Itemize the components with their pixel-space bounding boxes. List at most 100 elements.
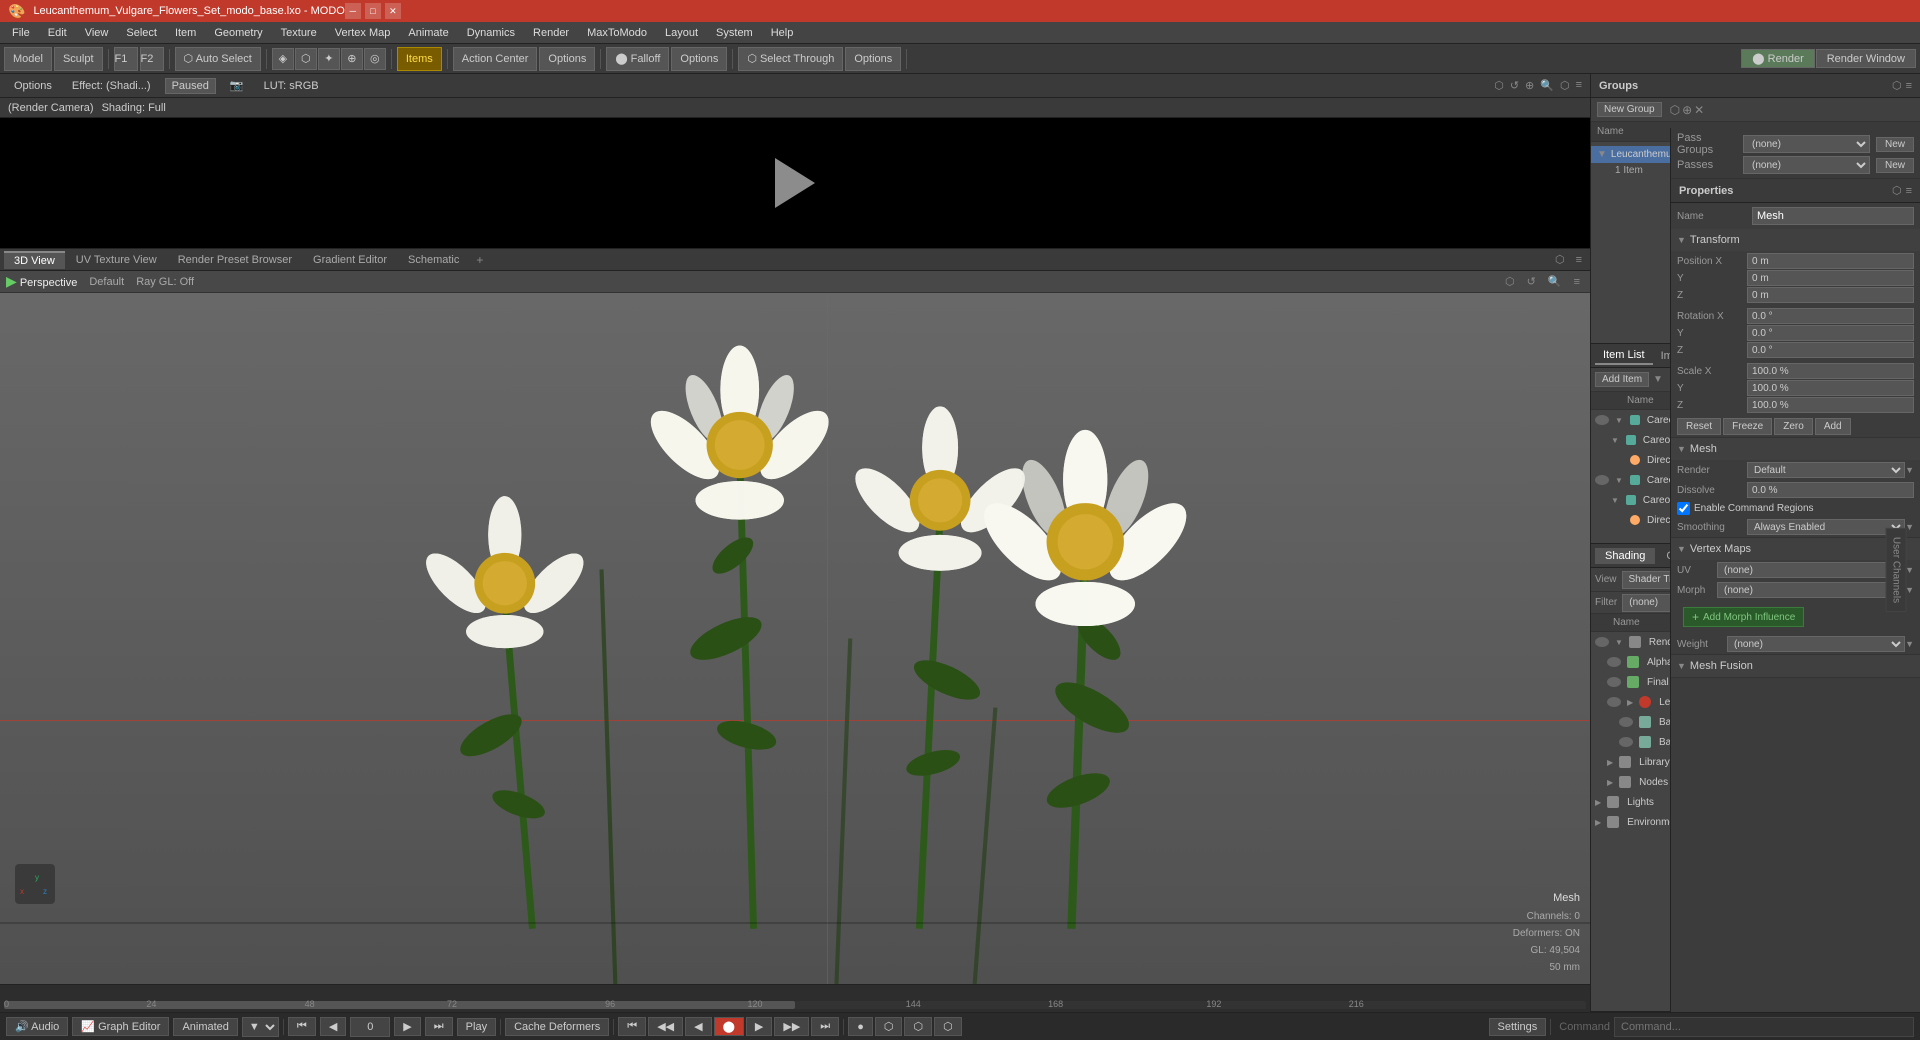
scale-y-input[interactable] [1747,380,1914,396]
minimize-button[interactable]: ─ [345,3,361,19]
animated-button[interactable]: Animated [173,1018,237,1036]
tab-3d-view[interactable]: 3D View [4,251,65,269]
menu-layout[interactable]: Layout [657,25,706,41]
menu-help[interactable]: Help [763,25,802,41]
tool-icon-4[interactable]: ⊕ [341,48,363,70]
transport-next[interactable]: ▶ [394,1017,420,1036]
options-falloff-button[interactable]: Options [671,47,727,71]
vp-tb-icon2[interactable]: ↺ [1523,275,1540,288]
new-pass-button[interactable]: New [1876,158,1914,173]
menu-file[interactable]: File [4,25,38,41]
menu-system[interactable]: System [708,25,761,41]
menu-vertex-map[interactable]: Vertex Map [327,25,399,41]
zero-button[interactable]: Zero [1774,418,1813,435]
rotation-x-input[interactable] [1747,308,1914,324]
morph-dropdown[interactable]: (none) [1717,582,1905,598]
tool-icon-5[interactable]: ◎ [364,48,386,70]
weight-dropdown[interactable]: (none) [1727,636,1905,652]
properties-settings[interactable]: ≡ [1906,185,1912,197]
model-button[interactable]: Model [4,47,52,71]
items-button[interactable]: Items [397,47,442,71]
dissolve-input[interactable] [1747,482,1914,498]
freeze-button[interactable]: Freeze [1723,418,1772,435]
render-button[interactable]: ⬤ Render [1741,49,1814,68]
new-group-button[interactable]: New Group [1597,102,1662,117]
anim-btn-6[interactable]: ▶▶ [774,1017,809,1036]
tab-shading[interactable]: Shading [1595,548,1655,564]
menu-animate[interactable]: Animate [400,25,456,41]
group-icon1[interactable]: ⬡ [1670,103,1680,117]
passes-dropdown[interactable]: (none) [1743,156,1870,174]
tab-render-preset[interactable]: Render Preset Browser [168,252,302,268]
user-channels-tab[interactable]: User Channels [1885,528,1906,612]
cache-deformers-button[interactable]: Cache Deformers [505,1018,609,1036]
anim-btn-3[interactable]: ◀ [685,1017,711,1036]
tab-uv-texture[interactable]: UV Texture View [66,252,167,268]
preview-icon3[interactable]: ⊕ [1525,79,1534,92]
item-eye-4[interactable] [1595,475,1609,485]
menu-dynamics[interactable]: Dynamics [459,25,523,41]
position-x-input[interactable] [1747,253,1914,269]
position-z-input[interactable] [1747,287,1914,303]
vp-tb-icon4[interactable]: ≡ [1570,276,1584,288]
falloff-button[interactable]: ⬤ Falloff [606,47,669,71]
action-center-button[interactable]: Action Center [453,47,538,71]
options-select-button[interactable]: Options [845,47,901,71]
preview-icon2[interactable]: ↺ [1510,79,1519,92]
position-y-input[interactable] [1747,270,1914,286]
menu-texture[interactable]: Texture [273,25,325,41]
tab-schematic[interactable]: Schematic [398,252,469,268]
name-input[interactable] [1752,207,1914,225]
uv-dropdown[interactable]: (none) [1717,562,1905,578]
pass-groups-dropdown[interactable]: (none) [1743,135,1870,153]
transform-header[interactable]: ▼ Transform [1671,229,1920,251]
groups-expand[interactable]: ⬡ [1892,79,1902,92]
f1-button[interactable]: F1 [114,47,138,71]
preview-icon5[interactable]: ⬡ [1560,79,1570,92]
tool-icon-2[interactable]: ⬡ [295,48,317,70]
auto-key-btn[interactable]: ⬡ [875,1017,903,1036]
preview-options[interactable]: Options [8,78,58,94]
transport-end[interactable]: ⏭ [425,1017,453,1036]
timeline-ruler[interactable]: 0 24 48 72 96 120 144 168 192 216 [0,984,1590,1012]
tab-item-list[interactable]: Item List [1595,347,1653,365]
add-button[interactable]: Add [1815,418,1851,435]
del-key-btn[interactable]: ⬡ [934,1017,962,1036]
menu-view[interactable]: View [77,25,117,41]
scale-x-input[interactable] [1747,363,1914,379]
vp-tb-icon3[interactable]: 🔍 [1544,275,1566,288]
frame-input[interactable] [350,1017,390,1037]
tool-icon-3[interactable]: ✦ [318,48,340,70]
menu-geometry[interactable]: Geometry [206,25,270,41]
render-prop-dropdown[interactable]: Default [1747,462,1905,478]
scale-z-input[interactable] [1747,397,1914,413]
weight-arrow[interactable]: ▼ [1905,639,1914,649]
mesh-fusion-header[interactable]: ▼ Mesh Fusion [1671,655,1920,677]
vertex-maps-header[interactable]: ▼ Vertex Maps [1671,538,1920,560]
settings-button[interactable]: Settings [1489,1018,1547,1036]
properties-expand[interactable]: ⬡ [1892,184,1902,197]
command-input[interactable] [1614,1017,1914,1037]
anim-btn-5[interactable]: ▶ [746,1017,772,1036]
sh-eye-alpha[interactable] [1607,657,1621,667]
anim-btn-7[interactable]: ⏭ [811,1017,839,1036]
preview-icon4[interactable]: 🔍 [1540,79,1554,92]
sh-eye-render[interactable] [1595,637,1609,647]
key-btn[interactable]: ⬡ [904,1017,932,1036]
sh-eye-final[interactable] [1607,677,1621,687]
close-button[interactable]: ✕ [385,3,401,19]
group-icon3[interactable]: ✕ [1694,103,1704,117]
add-item-arrow[interactable]: ▼ [1653,374,1663,385]
tool-icon-1[interactable]: ◈ [272,48,294,70]
vp-tb-icon1[interactable]: ⬡ [1501,275,1519,288]
record-btn[interactable]: ● [848,1017,873,1036]
anim-btn-4[interactable]: ⬤ [714,1017,744,1036]
tab-add[interactable]: + [470,251,489,269]
select-through-button[interactable]: ⬡ Select Through [738,47,843,71]
audio-button[interactable]: 🔊 Audio [6,1017,68,1036]
menu-item[interactable]: Item [167,25,204,41]
transport-start[interactable]: ⏮ [288,1017,316,1036]
transport-prev[interactable]: ◀ [320,1017,346,1036]
menu-maxtomodo[interactable]: MaxToModo [579,25,655,41]
auto-select-button[interactable]: ⬡ Auto Select [175,47,261,71]
